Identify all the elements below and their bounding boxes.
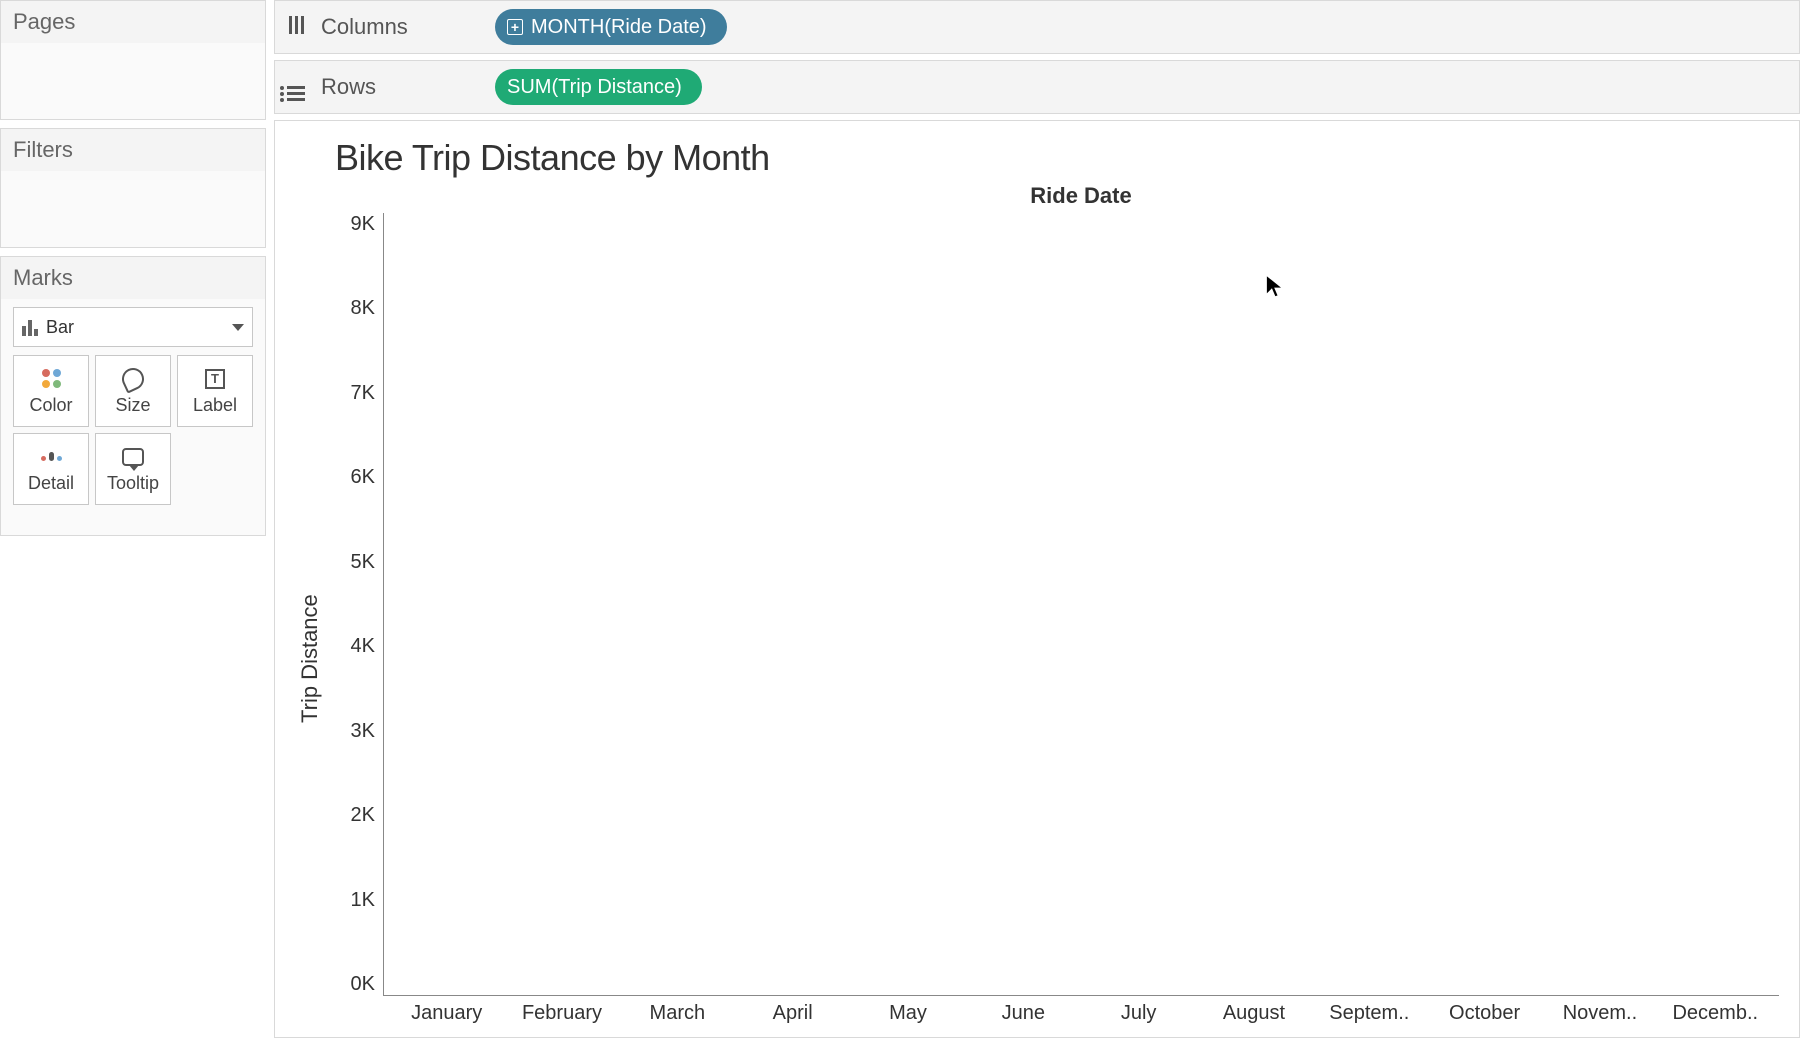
- mark-type-label: Bar: [46, 317, 74, 338]
- columns-pill-month-ride-date[interactable]: + MONTH(Ride Date): [495, 9, 727, 45]
- chevron-down-icon: [232, 324, 244, 331]
- x-tick: March: [620, 1002, 735, 1025]
- label-icon: T: [205, 369, 225, 389]
- filters-shelf[interactable]: Filters: [0, 128, 266, 248]
- x-tick: April: [735, 1002, 850, 1025]
- size-icon: [118, 364, 147, 393]
- x-axis-ticks: JanuaryFebruaryMarchAprilMayJuneJulyAugu…: [383, 996, 1779, 1025]
- x-tick: May: [850, 1002, 965, 1025]
- rows-shelf-label: Rows: [321, 74, 481, 100]
- y-tick: 4K: [351, 635, 375, 658]
- chart-x-header: Ride Date: [383, 183, 1779, 209]
- rows-pill-label: SUM(Trip Distance): [507, 76, 682, 99]
- x-tick: Decemb..: [1658, 1002, 1773, 1025]
- x-tick: June: [966, 1002, 1081, 1025]
- x-tick: January: [389, 1002, 504, 1025]
- y-tick: 3K: [351, 720, 375, 743]
- pages-shelf[interactable]: Pages: [0, 0, 266, 120]
- x-tick: Novem..: [1542, 1002, 1657, 1025]
- y-tick: 9K: [351, 213, 375, 236]
- marks-detail-label: Detail: [28, 473, 74, 494]
- y-tick: 0K: [351, 973, 375, 996]
- expand-icon[interactable]: +: [507, 19, 523, 35]
- marks-title: Marks: [1, 257, 265, 299]
- columns-shelf-label: Columns: [321, 14, 481, 40]
- marks-label-label: Label: [193, 395, 237, 416]
- marks-color-button[interactable]: Color: [13, 355, 89, 427]
- marks-tooltip-button[interactable]: Tooltip: [95, 433, 171, 505]
- x-tick: Septem..: [1312, 1002, 1427, 1025]
- x-tick: February: [504, 1002, 619, 1025]
- pages-title: Pages: [1, 1, 265, 43]
- y-axis-ticks: 9K 8K 7K 6K 5K 4K 3K 2K 1K 0K: [327, 213, 383, 996]
- chart-title[interactable]: Bike Trip Distance by Month: [335, 137, 1779, 179]
- marks-color-label: Color: [29, 395, 72, 416]
- tooltip-icon: [122, 448, 144, 466]
- detail-icon: [41, 452, 62, 461]
- rows-shelf[interactable]: Rows SUM(Trip Distance): [274, 60, 1800, 114]
- marks-size-label: Size: [115, 395, 150, 416]
- x-tick: October: [1427, 1002, 1542, 1025]
- y-tick: 6K: [351, 466, 375, 489]
- bar-chart-icon: [22, 318, 38, 336]
- y-tick: 8K: [351, 297, 375, 320]
- color-icon: [42, 369, 61, 388]
- columns-icon: [285, 16, 307, 39]
- columns-pill-label: MONTH(Ride Date): [531, 16, 707, 39]
- rows-icon: [285, 73, 307, 101]
- x-tick: August: [1196, 1002, 1311, 1025]
- rows-pill-sum-trip-distance[interactable]: SUM(Trip Distance): [495, 69, 702, 105]
- columns-shelf[interactable]: Columns + MONTH(Ride Date): [274, 0, 1800, 54]
- x-tick: July: [1081, 1002, 1196, 1025]
- y-tick: 7K: [351, 382, 375, 405]
- marks-tooltip-label: Tooltip: [107, 473, 159, 494]
- chart-plot-area[interactable]: [383, 213, 1779, 996]
- y-axis-label: Trip Distance: [293, 213, 327, 1025]
- y-tick: 5K: [351, 551, 375, 574]
- y-tick: 1K: [351, 889, 375, 912]
- y-tick: 2K: [351, 804, 375, 827]
- marks-size-button[interactable]: Size: [95, 355, 171, 427]
- marks-detail-button[interactable]: Detail: [13, 433, 89, 505]
- mark-type-dropdown[interactable]: Bar: [13, 307, 253, 347]
- filters-title: Filters: [1, 129, 265, 171]
- marks-label-button[interactable]: T Label: [177, 355, 253, 427]
- chart-view: Bike Trip Distance by Month Ride Date Tr…: [274, 120, 1800, 1038]
- marks-card: Marks Bar Color Size: [0, 256, 266, 536]
